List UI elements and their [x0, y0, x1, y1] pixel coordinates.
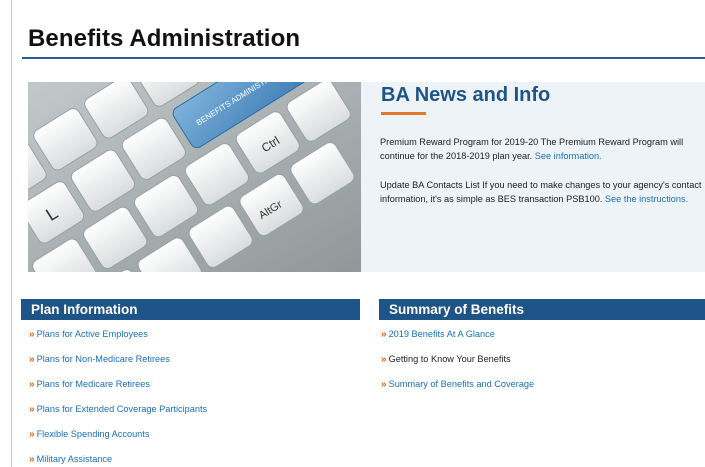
plan-link-extended-coverage[interactable]: » Plans for Extended Coverage Participant… — [29, 403, 207, 428]
summary-link-know-your-benefits[interactable]: » Getting to Know Your Benefits — [381, 353, 534, 378]
plan-information-list: » Plans for Active Employees » Plans for N… — [29, 328, 207, 467]
chevron-double-right-icon: » — [381, 379, 386, 390]
plan-link-flexible-spending[interactable]: » Flexible Spending Accounts — [29, 428, 207, 453]
link-label: Getting to Know Your Benefits — [388, 354, 511, 364]
chevron-double-right-icon: » — [29, 429, 34, 440]
plan-link-active-employees[interactable]: » Plans for Active Employees — [29, 328, 207, 353]
link-label: Plans for Extended Coverage Participants — [36, 404, 208, 414]
link-label: 2019 Benefits At A Glance — [388, 329, 495, 339]
link-label: Military Assistance — [36, 454, 113, 464]
link-label: Plans for Active Employees — [36, 329, 148, 339]
news-item-update-contacts: Update BA Contacts List If you need to m… — [380, 179, 702, 206]
hero-keyboard-image: P L M Ctrl AltGr BENEFITS ADMINISTRATION — [28, 82, 361, 272]
news-item-premium-reward: Premium Reward Program for 2019-20 The P… — [380, 136, 702, 163]
chevron-double-right-icon: » — [381, 354, 386, 365]
link-label: Summary of Benefits and Coverage — [388, 379, 535, 389]
page-frame: Benefits Administration L Ctrl AltGr BA … — [0, 0, 705, 467]
keyboard-illustration: P L M Ctrl AltGr BENEFITS ADMINISTRATION — [28, 82, 361, 272]
news-panel: BA News and Info Premium Reward Program … — [361, 82, 705, 272]
summary-of-benefits-heading: Summary of Benefits — [379, 299, 705, 320]
news-item-text: Premium Reward Program for 2019-20 The P… — [380, 137, 684, 161]
summary-of-benefits-list: » 2019 Benefits At A Glance » Getting to K… — [381, 328, 534, 403]
chevron-double-right-icon: » — [29, 379, 34, 390]
news-item-link[interactable]: See the instructions. — [605, 194, 688, 204]
chevron-double-right-icon: » — [29, 404, 34, 415]
plan-information-heading: Plan Information — [21, 299, 360, 320]
link-label: Plans for Medicare Retirees — [36, 379, 150, 389]
link-label: Plans for Non-Medicare Retirees — [36, 354, 170, 364]
chevron-double-right-icon: » — [381, 329, 386, 340]
news-item-link[interactable]: See information. — [535, 151, 602, 161]
summary-link-benefits-at-a-glance[interactable]: » 2019 Benefits At A Glance — [381, 328, 534, 353]
chevron-double-right-icon: » — [29, 329, 34, 340]
title-rule — [22, 57, 705, 59]
chevron-double-right-icon: » — [29, 454, 34, 465]
news-title-underline — [381, 112, 426, 115]
plan-link-non-medicare-retirees[interactable]: » Plans for Non-Medicare Retirees — [29, 353, 207, 378]
link-label: Flexible Spending Accounts — [36, 429, 150, 439]
plan-link-medicare-retirees[interactable]: » Plans for Medicare Retirees — [29, 378, 207, 403]
news-title: BA News and Info — [381, 84, 551, 106]
plan-link-military-assistance[interactable]: » Military Assistance — [29, 453, 207, 467]
page-title: Benefits Administration — [28, 25, 301, 52]
summary-link-sbc[interactable]: » Summary of Benefits and Coverage — [381, 378, 534, 403]
left-border — [11, 0, 12, 467]
chevron-double-right-icon: » — [29, 354, 34, 365]
